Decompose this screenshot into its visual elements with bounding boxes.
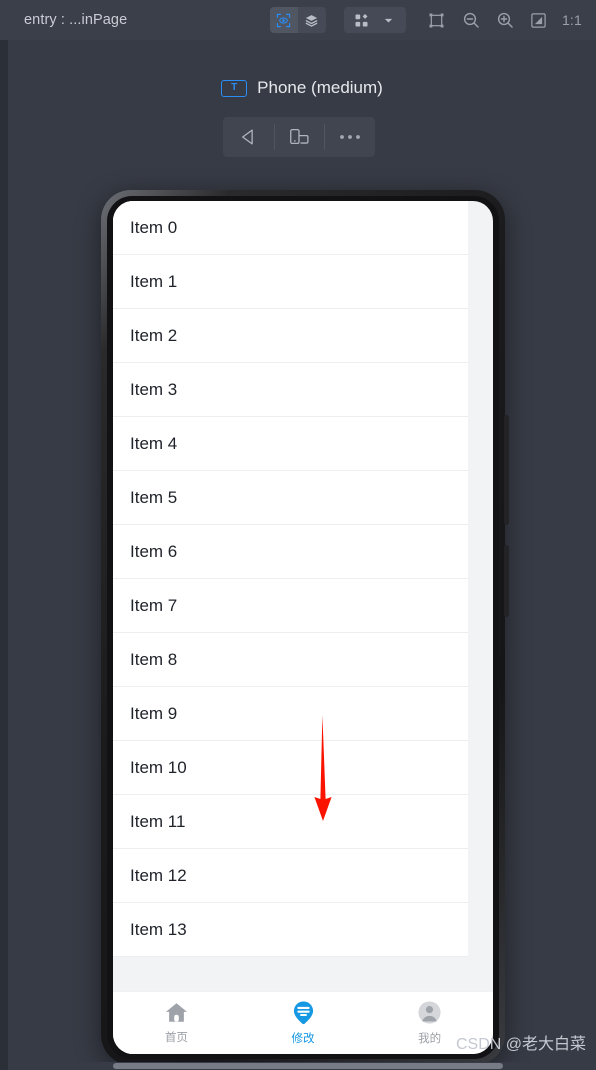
view-mode-segmented-group (269, 7, 326, 33)
list-item[interactable]: Item 12 (113, 849, 468, 903)
device-action-bar (223, 117, 375, 157)
zoom-out-icon[interactable] (455, 4, 487, 36)
phone-device-frame: Item 0 Item 1 Item 2 Item 3 Item 4 Item 5 Item… (101, 190, 509, 1062)
chevron-down-icon[interactable] (375, 7, 402, 33)
phone-screen: Item 0 Item 1 Item 2 Item 3 Item 4 Item 5 Item… (113, 201, 493, 1054)
list-item[interactable]: Item 3 (113, 363, 468, 417)
list-item-label: Item 3 (130, 379, 178, 399)
tab-home-label: 首页 (164, 1032, 188, 1045)
list-item[interactable]: Item 0 (113, 201, 468, 255)
fit-to-screen-icon[interactable] (523, 4, 555, 36)
list-item-label: Item 1 (130, 271, 178, 291)
list-item-label: Item 10 (130, 757, 187, 777)
design-canvas: T Phone (medium) Item 0 Item 1 Item 2 It… (8, 40, 596, 1062)
ide-preview-window: entry : ...inPage 1:1 T Phone (medium) I… (0, 0, 596, 1070)
list-item[interactable]: Item 8 (113, 633, 468, 687)
frame-select-icon[interactable] (421, 4, 453, 36)
home-icon (164, 1001, 189, 1029)
watermark-label: CSDN @老大白菜 (455, 1036, 586, 1053)
list-item[interactable]: Item 10 (113, 741, 468, 795)
tab-profile-label: 我的 (418, 1033, 442, 1046)
tab-edit-label: 修改 (291, 1033, 315, 1046)
bottom-tab-bar: 首页 修改 我的 (113, 991, 493, 1054)
item-list[interactable]: Item 0 Item 1 Item 2 Item 3 Item 4 Item 5 Item… (113, 201, 468, 957)
power-button[interactable] (504, 545, 509, 617)
toolbar-actions: 1:1 (269, 0, 596, 40)
top-toolbar: entry : ...inPage 1:1 (0, 0, 596, 40)
list-item-label: Item 6 (130, 541, 178, 561)
list-item[interactable]: Item 2 (113, 309, 468, 363)
list-item[interactable]: Item 7 (113, 579, 468, 633)
tab-edit[interactable]: 修改 (240, 1000, 367, 1046)
eye-preview-icon[interactable] (269, 7, 298, 33)
text-type-badge-icon: T (221, 79, 248, 97)
list-item[interactable]: Item 9 (113, 687, 468, 741)
zoom-in-icon[interactable] (489, 4, 521, 36)
zoom-ratio-label[interactable]: 1:1 (562, 12, 582, 28)
list-item-label: Item 2 (130, 325, 178, 345)
list-item-label: Item 12 (130, 865, 187, 885)
device-label: T Phone (medium) (8, 78, 596, 98)
layers-icon[interactable] (298, 7, 326, 33)
profile-avatar-icon (417, 1000, 442, 1030)
list-item[interactable]: Item 13 (113, 903, 468, 957)
left-rail-strip (0, 0, 8, 1070)
triangle-left-icon[interactable] (223, 117, 274, 157)
list-item-label: Item 0 (130, 217, 178, 237)
edit-pin-icon (291, 1000, 316, 1030)
horizontal-scrollbar-thumb[interactable] (113, 1063, 503, 1069)
horizontal-scrollbar-track[interactable] (8, 1062, 596, 1070)
volume-button[interactable] (504, 415, 509, 525)
list-item-label: Item 4 (130, 433, 178, 453)
list-item-label: Item 7 (130, 595, 178, 615)
list-item[interactable]: Item 5 (113, 471, 468, 525)
phone-bezel: Item 0 Item 1 Item 2 Item 3 Item 4 Item 5 Item… (107, 196, 499, 1059)
list-item[interactable]: Item 4 (113, 417, 468, 471)
page-title: entry : ...inPage (24, 12, 128, 28)
ellipsis-icon[interactable] (324, 117, 375, 157)
list-item-label: Item 5 (130, 487, 178, 507)
list-item[interactable]: Item 11 (113, 795, 468, 849)
grid-components-icon[interactable] (348, 7, 375, 33)
component-picker-group (343, 7, 406, 33)
list-item-label: Item 13 (130, 919, 187, 939)
list-item-label: Item 11 (130, 811, 186, 831)
device-name-label: Phone (medium) (257, 78, 383, 97)
list-item-label: Item 9 (130, 703, 178, 723)
list-item[interactable]: Item 6 (113, 525, 468, 579)
tab-home[interactable]: 首页 (113, 1001, 240, 1045)
list-item[interactable]: Item 1 (113, 255, 468, 309)
device-rotate-icon[interactable] (273, 117, 325, 157)
list-item-label: Item 8 (130, 649, 178, 669)
